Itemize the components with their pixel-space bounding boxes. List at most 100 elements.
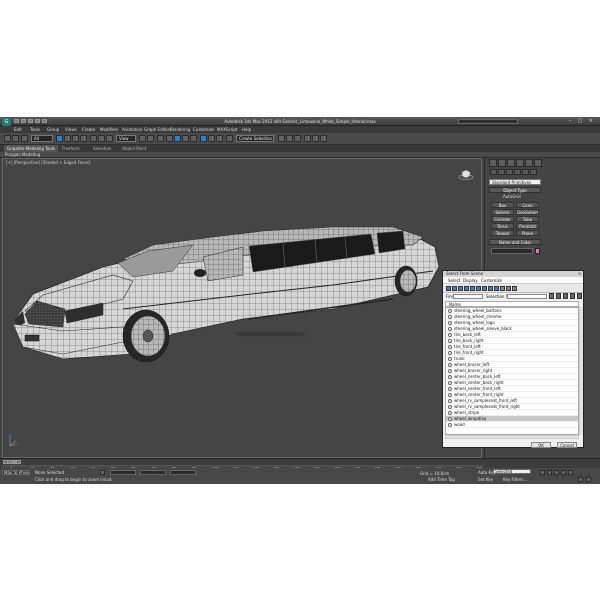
lights-icon[interactable] bbox=[506, 169, 513, 175]
align-icon[interactable] bbox=[216, 135, 223, 142]
time-slider[interactable]: 0 / 100 bbox=[3, 460, 21, 464]
mirror-icon[interactable] bbox=[208, 135, 215, 142]
autogrid-checkbox[interactable]: AutoGrid bbox=[503, 194, 521, 199]
render-setup-icon[interactable] bbox=[304, 135, 311, 142]
spinner-snap-icon[interactable] bbox=[190, 135, 197, 142]
select-all-icon[interactable] bbox=[549, 293, 554, 299]
add-time-tag[interactable]: Add Time Tag bbox=[428, 477, 455, 482]
menu-rendering[interactable]: Rendering bbox=[170, 127, 190, 132]
viewcube-icon[interactable] bbox=[458, 168, 474, 180]
z-coordinate-field[interactable] bbox=[170, 470, 196, 475]
save-file-icon[interactable] bbox=[28, 119, 33, 123]
link-icon[interactable] bbox=[21, 135, 28, 142]
filter-groups-icon[interactable] bbox=[482, 286, 487, 291]
window-crossing-icon[interactable] bbox=[80, 135, 87, 142]
filter-cameras-icon[interactable] bbox=[464, 286, 469, 291]
select-object-icon[interactable] bbox=[56, 135, 63, 142]
move-icon[interactable] bbox=[90, 135, 97, 142]
key-mode-dropdown[interactable]: Selected bbox=[493, 469, 531, 474]
selection-set-dropdown[interactable] bbox=[507, 294, 547, 299]
new-file-icon[interactable] bbox=[14, 119, 19, 123]
menu-create[interactable]: Create bbox=[82, 127, 95, 132]
create-tab-icon[interactable] bbox=[489, 159, 497, 167]
menu-group[interactable]: Group bbox=[47, 127, 59, 132]
cancel-button[interactable]: Cancel bbox=[557, 442, 577, 448]
go-to-start-icon[interactable] bbox=[540, 470, 545, 475]
pivot-icon[interactable] bbox=[139, 135, 146, 142]
filter-bones-icon[interactable] bbox=[494, 286, 499, 291]
curve-editor-icon[interactable] bbox=[278, 135, 285, 142]
select-manipulate-icon[interactable] bbox=[147, 135, 154, 142]
list-item[interactable]: wood bbox=[446, 422, 578, 428]
category-dropdown[interactable]: Standard Primitives bbox=[489, 179, 541, 185]
geometry-icon[interactable] bbox=[490, 169, 497, 175]
edit-named-selection-icon[interactable] bbox=[200, 135, 207, 142]
ok-button[interactable]: OK bbox=[531, 442, 551, 448]
motion-tab-icon[interactable] bbox=[516, 159, 524, 167]
go-to-end-icon[interactable] bbox=[568, 470, 573, 475]
schematic-view-icon[interactable] bbox=[286, 135, 293, 142]
maximize-button[interactable]: □ bbox=[576, 118, 584, 124]
open-file-icon[interactable] bbox=[21, 119, 26, 123]
torus-button[interactable]: Torus bbox=[491, 223, 514, 229]
tab-freeform[interactable]: Freeform bbox=[62, 146, 80, 151]
sync-selection-icon[interactable] bbox=[570, 293, 575, 299]
tab-selection[interactable]: Selection bbox=[93, 146, 111, 151]
percent-snap-icon[interactable] bbox=[182, 135, 189, 142]
utilities-tab-icon[interactable] bbox=[534, 159, 542, 167]
tab-graphite-modeling[interactable]: Graphite Modeling Tools bbox=[4, 145, 59, 152]
limousine-model[interactable] bbox=[3, 159, 483, 459]
y-coordinate-field[interactable] bbox=[140, 470, 166, 475]
named-selection-dropdown[interactable]: Create Selection Set bbox=[236, 135, 274, 142]
lock-selection-icon[interactable] bbox=[100, 470, 105, 475]
reference-coord-dropdown[interactable]: View bbox=[116, 135, 136, 142]
menu-tools[interactable]: Tools bbox=[30, 127, 40, 132]
cylinder-button[interactable]: Cylinder bbox=[491, 216, 514, 222]
plane-button[interactable]: Plane bbox=[516, 230, 539, 236]
geosphere-button[interactable]: GeoSphere bbox=[516, 209, 539, 215]
select-invert-icon[interactable] bbox=[563, 293, 568, 299]
sphere-button[interactable]: Sphere bbox=[491, 209, 514, 215]
menu-modifiers[interactable]: Modifiers bbox=[100, 127, 118, 132]
scene-object-list[interactable]: steering_wheel_buttons steering_wheel_chr… bbox=[445, 307, 579, 435]
snap-toggle-icon[interactable] bbox=[166, 135, 173, 142]
dialog-menu-customize[interactable]: Customize bbox=[481, 278, 502, 283]
app-logo-icon[interactable]: G bbox=[2, 118, 11, 126]
filter-xrefs-icon[interactable] bbox=[488, 286, 493, 291]
x-coordinate-field[interactable] bbox=[110, 470, 136, 475]
rect-region-icon[interactable] bbox=[72, 135, 79, 142]
menu-maxscript[interactable]: MAXScript bbox=[217, 127, 238, 132]
search-input[interactable] bbox=[458, 119, 518, 124]
undo-icon[interactable] bbox=[4, 135, 11, 142]
cameras-icon[interactable] bbox=[514, 169, 521, 175]
menu-edit[interactable]: Edit bbox=[14, 127, 22, 132]
tube-button[interactable]: Tube bbox=[516, 216, 539, 222]
teapot-button[interactable]: Teapot bbox=[491, 230, 514, 236]
menu-views[interactable]: Views bbox=[65, 127, 77, 132]
material-editor-icon[interactable] bbox=[294, 135, 301, 142]
dialog-menu-display[interactable]: Display bbox=[463, 278, 478, 283]
select-none-icon[interactable] bbox=[556, 293, 561, 299]
rotate-icon[interactable] bbox=[98, 135, 105, 142]
filter-helpers-icon[interactable] bbox=[470, 286, 475, 291]
cone-button[interactable]: Cone bbox=[516, 202, 539, 208]
tab-object-paint[interactable]: Object Paint bbox=[122, 146, 146, 151]
pan-icon[interactable] bbox=[586, 477, 591, 482]
redo-icon[interactable] bbox=[12, 135, 19, 142]
rendered-frame-icon[interactable] bbox=[312, 135, 319, 142]
zoom-icon[interactable] bbox=[578, 477, 583, 482]
angle-snap-icon[interactable] bbox=[174, 135, 181, 142]
display-none-icon[interactable] bbox=[506, 286, 511, 291]
display-invert-icon[interactable] bbox=[512, 286, 517, 291]
name-color-rollout[interactable]: Name and Color bbox=[489, 239, 541, 245]
pyramid-button[interactable]: Pyramid bbox=[516, 223, 539, 229]
layer-manager-icon[interactable] bbox=[226, 135, 233, 142]
close-button[interactable]: × bbox=[587, 118, 595, 124]
keyboard-shortcut-icon[interactable] bbox=[157, 135, 164, 142]
space-warps-icon[interactable] bbox=[530, 169, 537, 175]
set-key-label[interactable]: Set Key bbox=[478, 477, 493, 482]
shapes-icon[interactable] bbox=[498, 169, 505, 175]
display-all-icon[interactable] bbox=[500, 286, 505, 291]
prev-frame-icon[interactable] bbox=[547, 470, 552, 475]
menu-animation[interactable]: Animation bbox=[122, 127, 142, 132]
